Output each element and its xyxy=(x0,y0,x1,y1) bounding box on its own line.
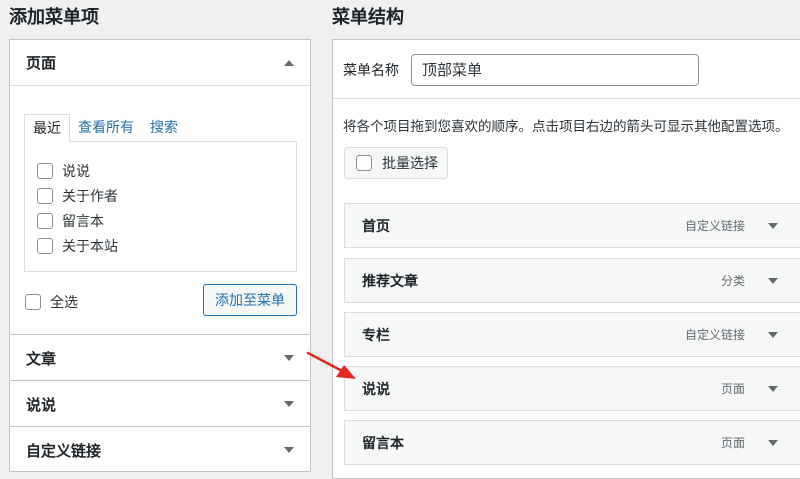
posts-accordion-title: 文章 xyxy=(26,349,57,368)
menu-item-toggle[interactable] xyxy=(761,385,785,392)
pages-tabs: 最近 查看所有 搜索 xyxy=(24,114,186,142)
menu-item[interactable]: 推荐文章 分类 xyxy=(344,258,800,303)
menu-item-type: 页面 xyxy=(720,436,745,450)
moments-accordion-title: 说说 xyxy=(26,395,57,414)
menu-item[interactable]: 专栏 自定义链接 xyxy=(344,312,800,357)
menu-item-type: 分类 xyxy=(720,274,745,288)
menu-item-title: 首页 xyxy=(362,218,390,235)
tab-recent[interactable]: 最近 xyxy=(24,114,70,142)
chevron-down-icon xyxy=(768,331,778,338)
arrow-shaft xyxy=(306,351,344,373)
add-menu-items-title: 添加菜单项 xyxy=(9,7,99,28)
bulk-select-button[interactable]: 批量选择 xyxy=(344,147,448,179)
menu-item-toggle[interactable] xyxy=(761,439,785,446)
menu-item-type: 自定义链接 xyxy=(684,219,745,233)
posts-accordion[interactable]: 文章 xyxy=(9,334,311,381)
custom-links-accordion[interactable]: 自定义链接 xyxy=(9,426,311,472)
page-checkbox-item[interactable]: 留言本 xyxy=(25,208,296,233)
select-all[interactable]: 全选 xyxy=(25,292,78,312)
bulk-select-label: 批量选择 xyxy=(382,156,438,172)
checkbox[interactable] xyxy=(37,187,53,204)
red-annotation-arrow-icon xyxy=(306,351,356,379)
expand-arrow-icon[interactable] xyxy=(284,447,294,453)
page-checkbox-item[interactable]: 说说 xyxy=(25,158,296,183)
moments-accordion[interactable]: 说说 xyxy=(9,380,311,427)
checkbox[interactable] xyxy=(37,212,53,229)
menu-name-row: 菜单名称 顶部菜单 xyxy=(343,54,699,86)
menu-structure-title: 菜单结构 xyxy=(332,7,404,28)
collapse-arrow-icon[interactable] xyxy=(284,59,294,66)
page-checkbox-item[interactable]: 关于本站 xyxy=(25,233,296,258)
menu-item-type: 页面 xyxy=(720,382,745,396)
chevron-down-icon xyxy=(768,385,778,392)
page-label: 关于本站 xyxy=(62,238,118,255)
menu-item-type: 自定义链接 xyxy=(684,328,745,342)
menu-name-label: 菜单名称 xyxy=(343,63,399,79)
menu-item-title: 推荐文章 xyxy=(362,273,418,290)
chevron-down-icon xyxy=(768,439,778,446)
pages-accordion-header[interactable]: 页面 xyxy=(10,40,310,86)
checkbox[interactable] xyxy=(37,162,53,179)
chevron-down-icon xyxy=(768,277,778,284)
checkbox[interactable] xyxy=(37,237,53,254)
menu-item-title: 说说 xyxy=(362,381,390,398)
recent-pages-list: 说说 关于作者 留言本 关于本站 xyxy=(24,141,297,272)
select-all-checkbox[interactable] xyxy=(25,294,41,310)
menu-item[interactable]: 留言本 页面 xyxy=(344,420,800,465)
custom-links-accordion-title: 自定义链接 xyxy=(26,441,102,460)
menu-item-toggle[interactable] xyxy=(761,222,785,229)
menu-item-title: 专栏 xyxy=(362,327,390,344)
tab-search[interactable]: 搜索 xyxy=(142,114,186,142)
tab-view-all[interactable]: 查看所有 xyxy=(70,114,142,142)
chevron-down-icon xyxy=(768,222,778,229)
add-to-menu-button[interactable]: 添加至菜单 xyxy=(203,284,297,316)
page-checkbox-item[interactable]: 关于作者 xyxy=(25,183,296,208)
menu-item-title: 留言本 xyxy=(362,435,404,452)
page-label: 留言本 xyxy=(62,213,104,230)
arrow-head xyxy=(336,365,356,379)
expand-arrow-icon[interactable] xyxy=(284,401,294,407)
bulk-select-checkbox[interactable] xyxy=(356,155,372,171)
menu-structure-panel: 菜单名称 顶部菜单 将各个项目拖到您喜欢的顺序。点击项目右边的箭头可显示其他配置… xyxy=(332,39,800,479)
page-label: 关于作者 xyxy=(62,188,118,205)
menu-item-toggle[interactable] xyxy=(761,331,785,338)
select-all-label: 全选 xyxy=(50,295,78,311)
menu-item-toggle[interactable] xyxy=(761,277,785,284)
expand-arrow-icon[interactable] xyxy=(284,355,294,361)
menu-item[interactable]: 说说 页面 xyxy=(344,366,800,411)
menu-item[interactable]: 首页 自定义链接 xyxy=(344,203,800,248)
pages-accordion: 页面 最近 查看所有 搜索 说说 关于作者 留言本 关于本站 全选 添加至菜单 xyxy=(9,39,311,335)
page-label: 说说 xyxy=(62,163,90,180)
menu-name-input[interactable]: 顶部菜单 xyxy=(411,54,699,86)
divider xyxy=(333,98,800,99)
menu-instructions: 将各个项目拖到您喜欢的顺序。点击项目右边的箭头可显示其他配置选项。 xyxy=(343,119,789,135)
pages-accordion-title: 页面 xyxy=(26,54,57,72)
